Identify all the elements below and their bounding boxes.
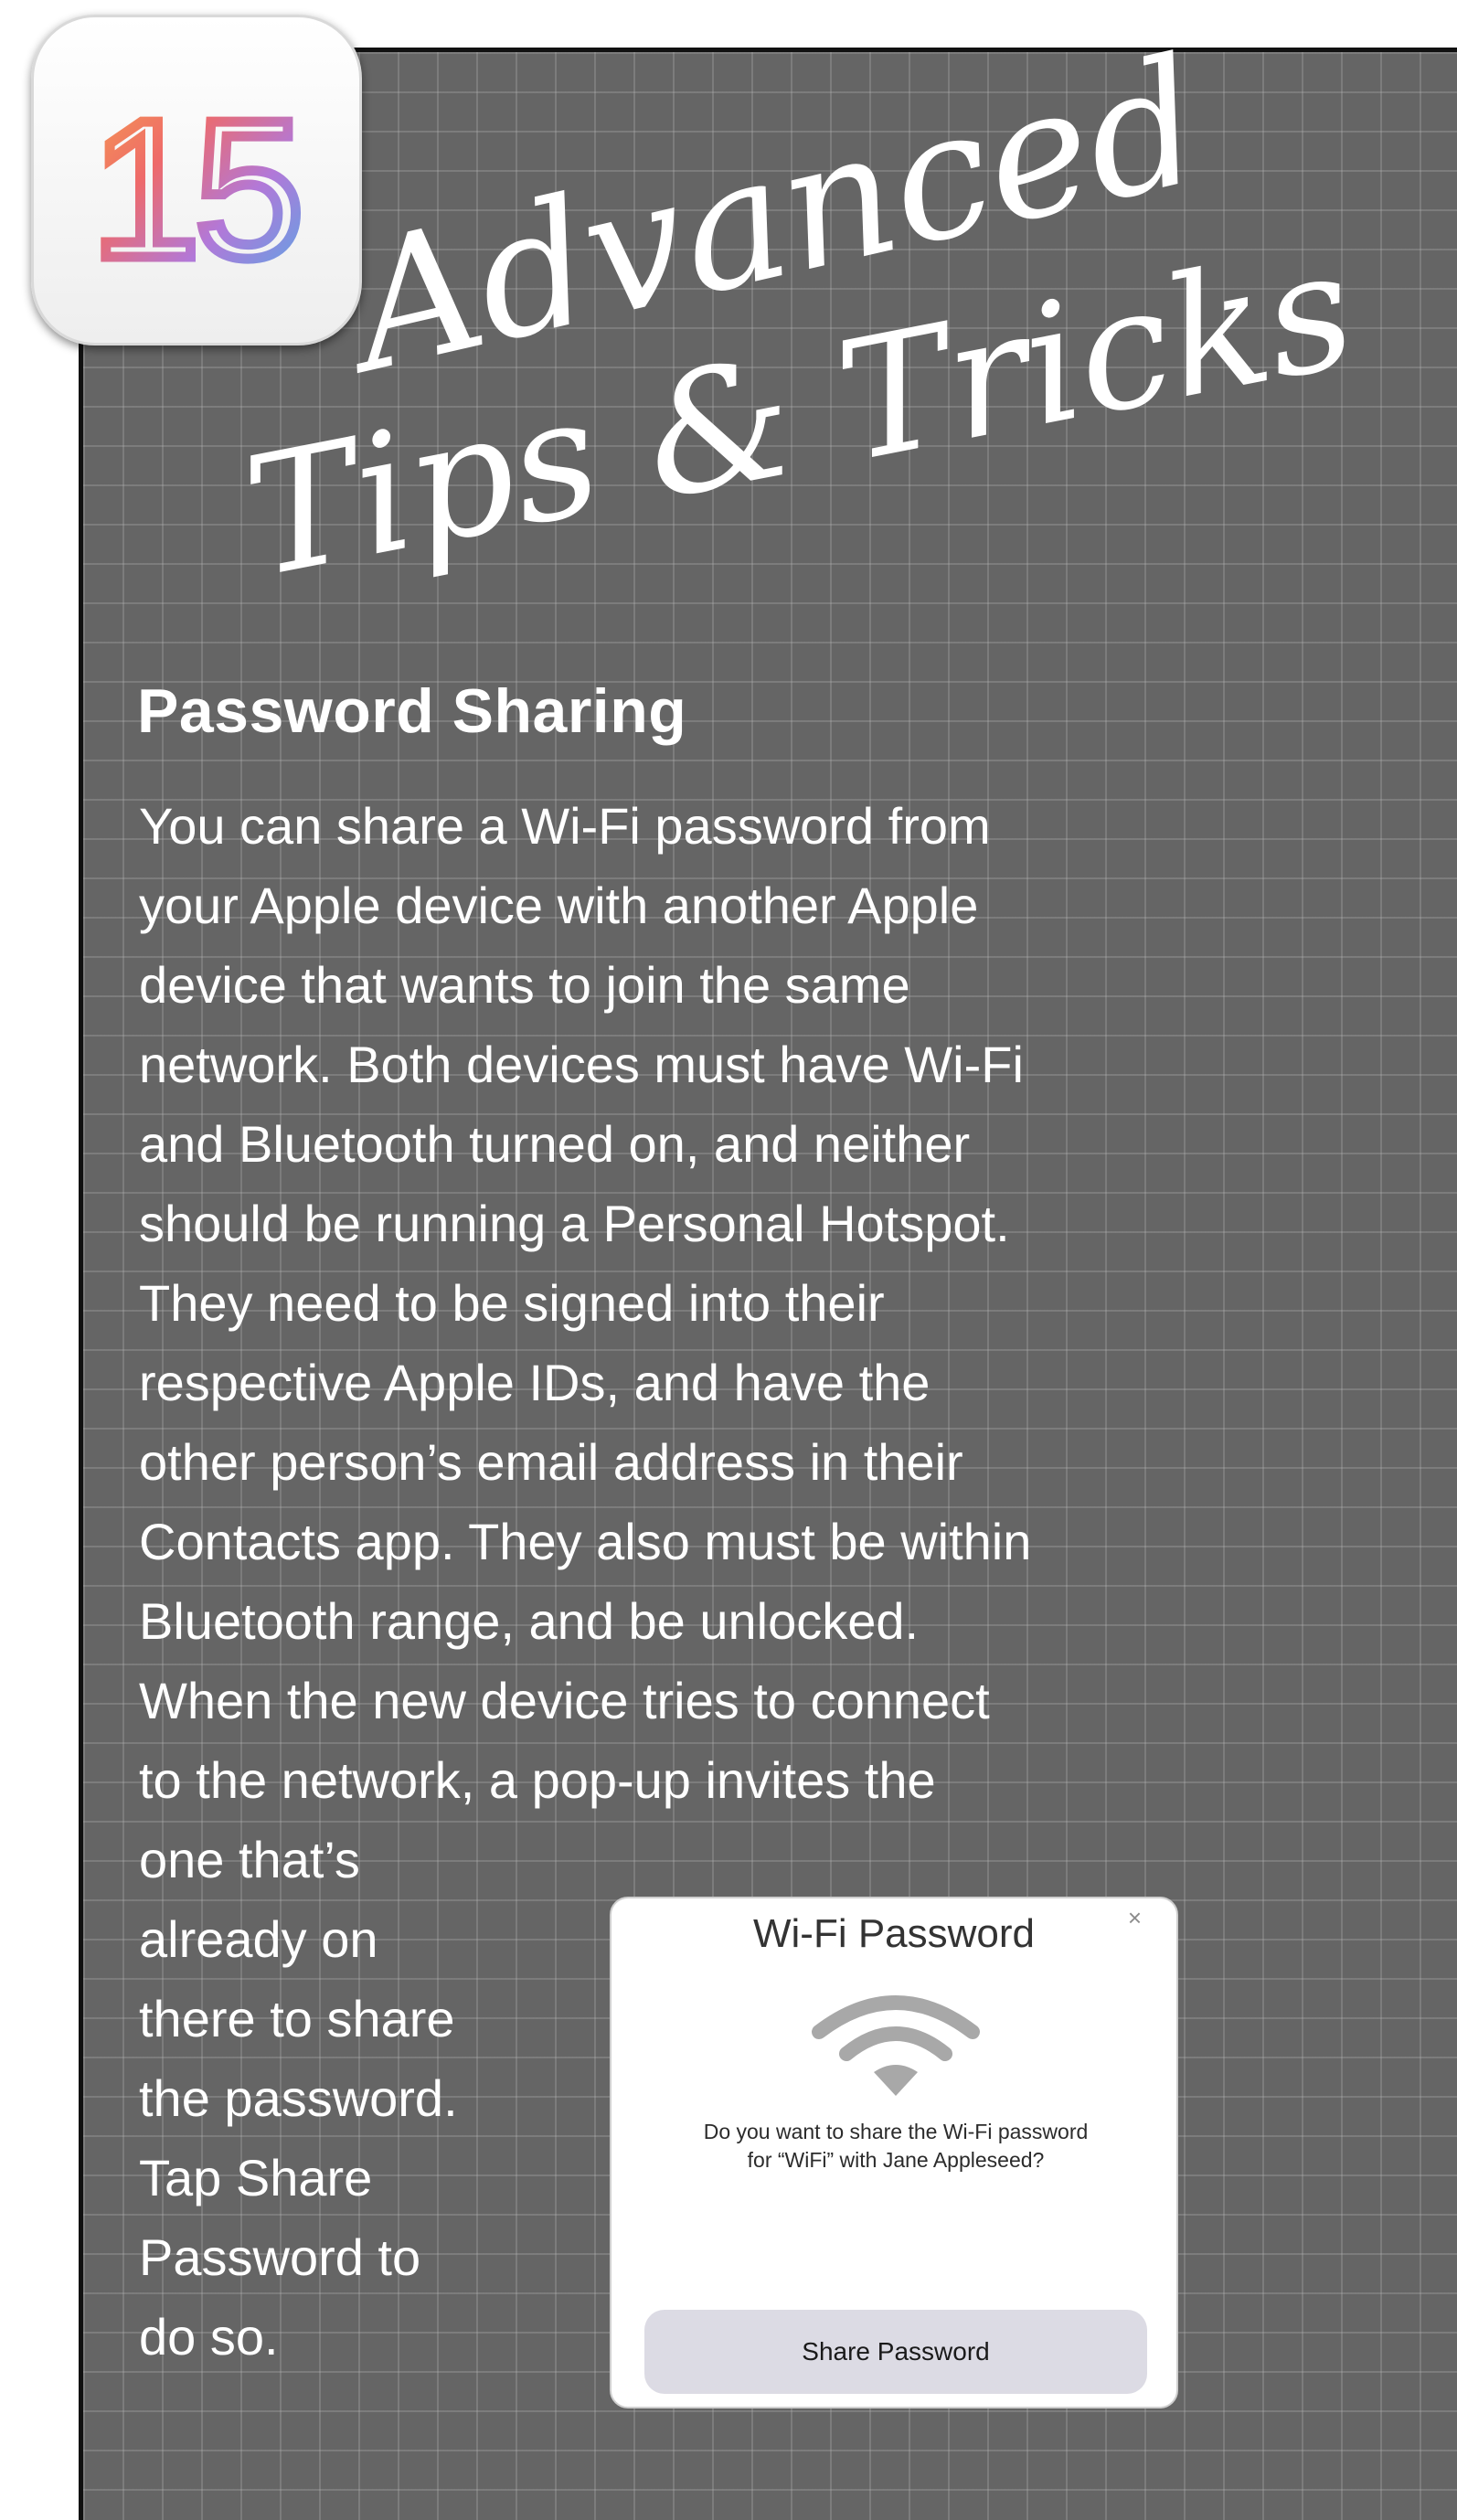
dialog-message-line: for “WiFi” with Jane Appleseed? [747,2148,1045,2172]
dialog-title: Wi-Fi Password [752,1911,1036,1956]
body-line: You can share a Wi-Fi password from [139,797,991,855]
body-line: your Apple device with another Apple [139,877,979,934]
body-line: Contacts app. They also must be within [139,1513,1032,1570]
body-line: should be running a Personal Hotspot. [139,1195,1010,1252]
dialog-message: Do you want to share the Wi-Fi password … [639,2118,1153,2174]
body-line: to the network, a pop-up invites the [139,1751,936,1809]
wifi-password-dialog: × Wi-Fi Password Do you want to share th… [610,1897,1178,2408]
title-script: Advanced Tips & Tricks [231,20,1367,615]
body-line: one that’s [139,1831,360,1888]
body-line: network. Both devices must have Wi-Fi [139,1036,1024,1093]
body-line: Bluetooth range, and be unlocked. [139,1592,920,1650]
body-line: and Bluetooth turned on, and neither [139,1115,971,1173]
body-line: other person’s email address in their [139,1433,963,1491]
body-line: respective Apple IDs, and have the [139,1354,931,1411]
dialog-message-line: Do you want to share the Wi-Fi password [703,2120,1089,2143]
section-heading: Password Sharing [137,676,687,746]
body-line: They need to be signed into their [139,1274,885,1332]
body-line: device that wants to join the same [139,956,910,1014]
wifi-icon [812,1995,980,2096]
share-password-button[interactable]: Share Password [644,2310,1147,2394]
body-line: When the new device tries to connect [139,1672,990,1729]
